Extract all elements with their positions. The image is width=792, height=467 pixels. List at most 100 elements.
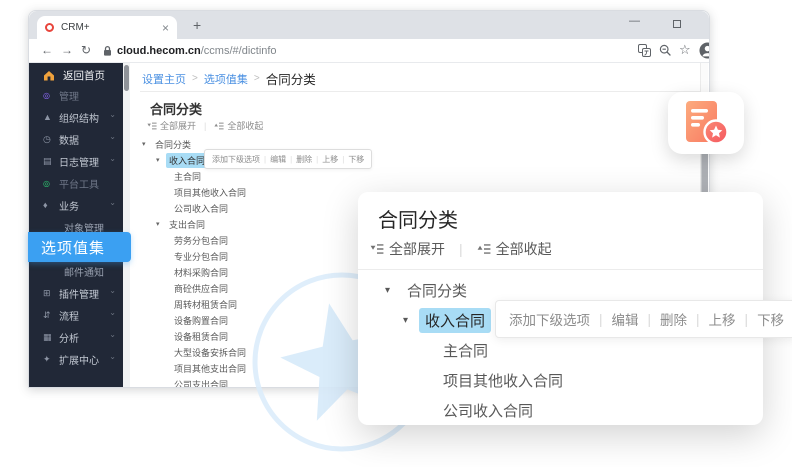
expand-all-button[interactable]: 全部展开 <box>389 239 445 259</box>
tree-node-label[interactable]: 支出合同 <box>166 217 208 232</box>
overlay-title: 合同分类 <box>378 204 458 233</box>
tree-node[interactable]: 主合同 <box>140 168 701 184</box>
action-add-child-option[interactable]: 添加下级选项 <box>212 154 260 165</box>
admin-sidebar: 返回首页 ◎管理▲组织结构⌄◷数据⌄▤日志管理⌄◎平台工具♦业务⌄对象管理选项值… <box>29 63 123 387</box>
breadcrumb-item-0[interactable]: 设置主页 <box>142 71 186 87</box>
browser-tab[interactable]: CRM+ × <box>37 16 177 39</box>
magnified-panel: 合同分类 全部展开 | 全部收起 ▾合同分类▾收入合同添加下级选项|编辑|删除|… <box>358 192 763 425</box>
tree-node-label[interactable]: 收入合同 <box>166 153 208 168</box>
url-text[interactable]: cloud.hecom.cn/ccms/#/dictinfo <box>117 45 277 57</box>
expand-arrow-icon[interactable]: ▾ <box>156 220 164 228</box>
sidebar-item-10[interactable]: ⇵流程⌄ <box>29 304 123 326</box>
tree-node[interactable]: ▾收入合同添加下级选项|编辑|删除|上移|下移 <box>358 305 763 335</box>
crm-favicon-icon <box>45 23 54 32</box>
breadcrumb-separator: > <box>254 73 260 84</box>
tree-node[interactable]: 项目其他收入合同 <box>358 365 763 395</box>
tree-node-label[interactable]: 劳务分包合同 <box>171 233 231 248</box>
new-tab-button[interactable]: + <box>185 15 209 35</box>
ring-icon: ◎ <box>43 91 56 100</box>
tree-node-label[interactable]: 合同分类 <box>152 137 194 152</box>
action-delete[interactable]: 删除 <box>660 309 687 329</box>
expand-arrow-icon[interactable]: ▾ <box>403 315 415 326</box>
profile-avatar[interactable] <box>699 42 710 64</box>
toolbar-divider: | <box>204 121 206 131</box>
sidebar-item-8[interactable]: 邮件通知 <box>29 260 123 282</box>
forward-icon[interactable]: → <box>61 43 73 57</box>
sidebar-item-label: 分析 <box>59 330 79 345</box>
sidebar-item-3[interactable]: ▤日志管理⌄ <box>29 150 123 172</box>
window-minimize-button[interactable]: — <box>629 15 640 27</box>
translate-icon[interactable] <box>638 44 651 62</box>
overlay-category-tree: ▾合同分类▾收入合同添加下级选项|编辑|删除|上移|下移主合同项目其他收入合同公… <box>358 275 763 425</box>
chevron-down-icon: ⌄ <box>109 286 116 295</box>
tree-node-label[interactable]: 大型设备安拆合同 <box>171 345 249 360</box>
bookmark-star-icon[interactable]: ☆ <box>679 42 691 58</box>
action-add-child-option[interactable]: 添加下级选项 <box>509 309 590 329</box>
sidebar-item-2[interactable]: ◷数据⌄ <box>29 128 123 150</box>
window-restore-button[interactable] <box>673 20 681 28</box>
chevron-down-icon: ⌄ <box>109 132 116 141</box>
content-scrollbar-thumb[interactable] <box>124 65 129 91</box>
tree-node-label[interactable]: 主合同 <box>437 338 494 363</box>
action-edit[interactable]: 编辑 <box>270 154 286 165</box>
tree-node-label[interactable]: 设备租赁合同 <box>171 329 231 344</box>
action-move-down[interactable]: 下移 <box>348 154 364 165</box>
breadcrumb: 设置主页 > 选项值集 > 合同分类 <box>142 69 316 88</box>
expand-arrow-icon[interactable]: ▾ <box>142 140 150 148</box>
expand-arrow-icon[interactable]: ▾ <box>156 156 164 164</box>
action-move-up[interactable]: 上移 <box>322 154 338 165</box>
sidebar-item-home[interactable]: 返回首页 <box>29 66 123 84</box>
page-scrollbar-thumb[interactable] <box>701 149 708 197</box>
tree-node-label[interactable]: 主合同 <box>171 169 204 184</box>
tree-node-label[interactable]: 项目其他收入合同 <box>437 368 569 393</box>
action-move-up[interactable]: 上移 <box>709 309 736 329</box>
sidebar-item-9[interactable]: ⊞插件管理 ⌄ <box>29 282 123 304</box>
tree-node-label[interactable]: 设备购置合同 <box>171 313 231 328</box>
tree-node-label[interactable]: 公司收入合同 <box>171 201 231 216</box>
sidebar-item-label: 插件管理 <box>59 286 99 301</box>
action-edit[interactable]: 编辑 <box>612 309 639 329</box>
collapse-all-button[interactable]: 全部收起 <box>227 119 263 132</box>
flow-icon: ⇵ <box>43 310 56 321</box>
breadcrumb-item-2: 合同分类 <box>266 69 316 88</box>
back-icon[interactable]: ← <box>41 43 53 57</box>
node-action-bar: 添加下级选项|编辑|删除|上移|下移 <box>495 300 792 338</box>
reload-icon[interactable]: ↻ <box>81 43 91 57</box>
tree-node-label[interactable]: 项目其他收入合同 <box>171 185 249 200</box>
action-delete[interactable]: 删除 <box>296 154 312 165</box>
tree-node-label[interactable]: 收入合同 <box>419 308 491 333</box>
tree-node-label[interactable]: 材料采购合同 <box>171 265 231 280</box>
tree-node-label[interactable]: 专业分包合同 <box>171 249 231 264</box>
sidebar-item-1[interactable]: ▲组织结构⌄ <box>29 106 123 128</box>
action-move-down[interactable]: 下移 <box>757 309 784 329</box>
plugin-icon: ⊞ <box>43 288 56 299</box>
option-set-callout[interactable]: 选项值集 <box>28 232 131 262</box>
tree-node-label[interactable]: 项目其他支出合同 <box>171 361 249 376</box>
sidebar-item-11[interactable]: ▦分析⌄ <box>29 326 123 348</box>
chevron-down-icon: ⌄ <box>109 352 116 361</box>
tree-node-label[interactable]: 商砼供应合同 <box>171 281 231 296</box>
tree-node-label[interactable]: 周转材租赁合同 <box>171 297 240 312</box>
tab-close-icon[interactable]: × <box>162 21 169 35</box>
zoom-icon[interactable] <box>659 44 672 62</box>
breadcrumb-separator: > <box>192 73 198 84</box>
tree-node-label[interactable]: 公司收入合同 <box>437 398 539 423</box>
page-title: 合同分类 <box>150 99 202 118</box>
expand-arrow-icon[interactable]: ▾ <box>385 285 397 296</box>
address-bar: ← → ↻ cloud.hecom.cn/ccms/#/dictinfo ☆ <box>29 39 709 63</box>
collapse-all-button[interactable]: 全部收起 <box>496 239 552 259</box>
expand-all-button[interactable]: 全部展开 <box>160 119 196 132</box>
sidebar-item-12[interactable]: ✦扩展中心⌄ <box>29 348 123 370</box>
sidebar-item-label: 业务 <box>59 198 79 213</box>
tree-node-label[interactable]: 公司支出合同 <box>171 377 231 389</box>
tree-node[interactable]: 主合同 <box>358 335 763 365</box>
tree-node-label[interactable]: 合同分类 <box>401 278 473 303</box>
sidebar-item-5[interactable]: ♦业务⌄ <box>29 194 123 216</box>
sidebar-item-4[interactable]: ◎平台工具 <box>29 172 123 194</box>
expand-all-icon <box>147 121 157 131</box>
tree-node[interactable]: 公司收入合同 <box>358 395 763 425</box>
content-scrollbar[interactable] <box>123 63 130 387</box>
sidebar-item-0[interactable]: ◎管理 <box>29 84 123 106</box>
breadcrumb-item-1[interactable]: 选项值集 <box>204 71 248 87</box>
tree-node[interactable]: ▾收入合同添加下级选项|编辑|删除|上移|下移 <box>140 152 701 168</box>
